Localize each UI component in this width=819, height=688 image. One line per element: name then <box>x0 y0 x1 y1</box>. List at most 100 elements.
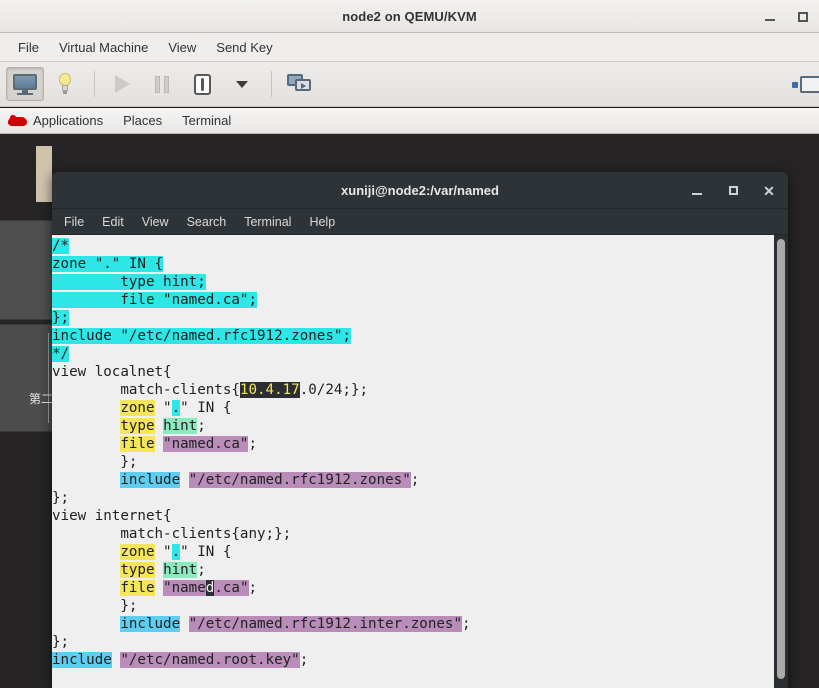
editor-text-span: view internet{ <box>52 508 172 524</box>
editor-line: zone "." IN { <box>52 543 774 561</box>
vm-menu-virtual-machine[interactable]: Virtual Machine <box>50 37 157 58</box>
terminal-maximize-button[interactable] <box>726 184 740 198</box>
terminal-scrollbar-thumb[interactable] <box>777 239 785 679</box>
editor-text-span: .ca" <box>214 580 249 596</box>
editor-text-span: include "/etc/named.rfc1912.zones"; <box>52 328 351 344</box>
vm-window-title: node2 on QEMU/KVM <box>342 8 477 24</box>
editor-line: include "/etc/named.rfc1912.inter.zones"… <box>52 615 774 633</box>
panel-item-places[interactable]: Places <box>123 113 162 128</box>
virt-manager-window: node2 on QEMU/KVM File Virtual Machine V… <box>0 0 819 688</box>
editor-line: }; <box>52 633 774 651</box>
vm-menu-file[interactable]: File <box>9 37 48 58</box>
lightbulb-icon <box>57 73 73 95</box>
editor-text-span: file <box>120 580 155 596</box>
editor-line: type hint; <box>52 417 774 435</box>
terminal-body[interactable]: /* zone "." IN { type hint; file "named.c… <box>52 235 788 688</box>
editor-text-span: include <box>120 472 181 488</box>
fullscreen-button[interactable] <box>280 67 318 101</box>
terminal-menu-view[interactable]: View <box>142 215 169 229</box>
background-window-upper[interactable] <box>0 220 56 320</box>
pause-button[interactable] <box>143 67 181 101</box>
terminal-menu-edit[interactable]: Edit <box>102 215 124 229</box>
vm-maximize-button[interactable] <box>795 9 811 25</box>
gnome-terminal-window[interactable]: xuniji@node2:/var/named ✕ File Edit View… <box>52 172 788 688</box>
editor-text-span <box>52 400 120 416</box>
monitor-icon <box>13 73 37 95</box>
editor-line: zone "." IN { <box>52 399 774 417</box>
editor-text-span: 10.4.17 <box>239 382 300 398</box>
background-window-lower[interactable]: 第二 <box>0 324 56 432</box>
terminal-close-button[interactable]: ✕ <box>762 184 776 198</box>
vm-toolbar <box>0 62 819 107</box>
editor-line: view internet{ <box>52 507 774 525</box>
editor-line: */ <box>52 345 774 363</box>
editor-text-span: include <box>52 652 112 668</box>
terminal-menu-search[interactable]: Search <box>187 215 227 229</box>
editor-text-span <box>155 562 164 578</box>
gnome-desktop[interactable]: 第二 xuniji@node2:/var/named ✕ File Edit V… <box>0 134 819 688</box>
terminal-scrollbar[interactable] <box>774 235 788 688</box>
editor-text-span <box>52 418 120 434</box>
editor-line: }; <box>52 489 774 507</box>
vm-titlebar: node2 on QEMU/KVM <box>0 0 819 33</box>
shutdown-button[interactable] <box>183 67 221 101</box>
vm-menu-send-key[interactable]: Send Key <box>207 37 281 58</box>
guest-console[interactable]: Applications Places Terminal 第二 xuniji@n… <box>0 108 819 688</box>
editor-line: include "/etc/named.rfc1912.zones"; <box>52 471 774 489</box>
terminal-window-title: xuniji@node2:/var/named <box>341 182 499 198</box>
editor-line: type hint; <box>52 561 774 579</box>
editor-line: type hint; <box>52 273 774 291</box>
vm-menu-view[interactable]: View <box>159 37 205 58</box>
terminal-menu-file[interactable]: File <box>64 215 84 229</box>
show-console-button[interactable] <box>6 67 44 101</box>
editor-text-span: match-clients{ <box>52 382 240 398</box>
pause-icon <box>155 75 169 93</box>
editor-text-span: }; <box>52 634 70 650</box>
vm-minimize-button[interactable] <box>762 9 778 25</box>
editor-text-span <box>52 616 120 632</box>
terminal-window-controls: ✕ <box>690 172 776 209</box>
editor-line: zone "." IN { <box>52 255 774 273</box>
editor-text-span <box>155 580 164 596</box>
editor-line: include "/etc/named.root.key"; <box>52 651 774 669</box>
editor-text-span: match-clients{any;}; <box>52 526 292 542</box>
network-device-icon <box>792 74 819 96</box>
editor-text-span: " <box>154 544 172 560</box>
run-button[interactable] <box>103 67 141 101</box>
chevron-down-icon <box>236 80 248 88</box>
editor-text-span <box>155 418 164 434</box>
editor-text-span: ; <box>248 580 258 596</box>
panel-item-terminal[interactable]: Terminal <box>182 113 231 128</box>
editor-text-span: }; <box>52 310 70 326</box>
editor-text-span: zone <box>120 544 155 560</box>
editor-text-span: ; <box>462 616 471 632</box>
editor-text-span: . <box>171 400 181 416</box>
editor-line: }; <box>52 597 774 615</box>
terminal-menu-help[interactable]: Help <box>309 215 335 229</box>
editor-text-span <box>52 472 120 488</box>
show-details-button[interactable] <box>46 67 84 101</box>
editor-text-span: " IN { <box>180 544 232 560</box>
editor-text-span: " <box>154 400 172 416</box>
editor-text-span: type hint; <box>52 274 206 290</box>
editor-text-span: file <box>120 436 155 452</box>
shutdown-menu-button[interactable] <box>223 67 261 101</box>
terminal-menubar: File Edit View Search Terminal Help <box>52 209 788 235</box>
editor-text-span: ; <box>248 436 258 452</box>
terminal-minimize-button[interactable] <box>690 184 704 198</box>
vim-editor-content[interactable]: /* zone "." IN { type hint; file "named.c… <box>52 235 774 688</box>
panel-item-applications[interactable]: Applications <box>33 113 103 128</box>
editor-text-span: ; <box>299 652 309 668</box>
dual-monitor-icon <box>287 73 311 95</box>
terminal-menu-terminal[interactable]: Terminal <box>244 215 291 229</box>
editor-text-span: view localnet{ <box>52 364 172 380</box>
editor-text-span: "/etc/named.rfc1912.inter.zones" <box>188 616 463 632</box>
editor-line: match-clients{any;}; <box>52 525 774 543</box>
editor-text-span: ; <box>197 418 206 434</box>
editor-line: file "named.ca"; <box>52 579 774 597</box>
editor-text-span: " IN { <box>180 400 232 416</box>
usb-redirect-button[interactable] <box>787 68 819 102</box>
background-window-label: 第二 <box>28 392 53 406</box>
editor-text-span <box>52 580 120 596</box>
editor-text-span: include <box>120 616 181 632</box>
